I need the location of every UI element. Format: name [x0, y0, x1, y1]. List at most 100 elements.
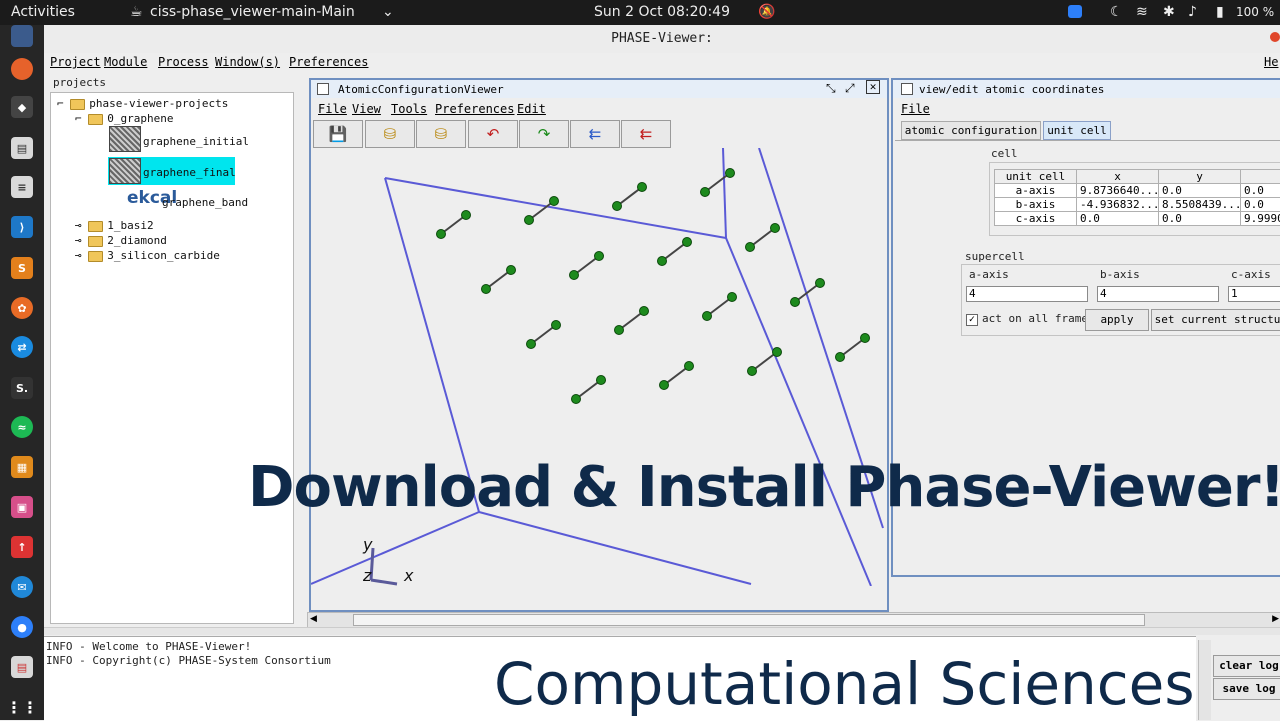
menu-module[interactable]: Module [104, 55, 147, 69]
column-header[interactable] [1241, 170, 1280, 184]
back-button[interactable]: ⇇ [621, 120, 671, 148]
undo-button[interactable]: ↶ [468, 120, 518, 148]
menu-project[interactable]: Project [50, 55, 101, 69]
tree-toggle-icon[interactable]: ⊸ [75, 249, 82, 262]
table-cell[interactable]: 0.0 [1159, 184, 1241, 198]
save-log-button[interactable]: save log [1213, 678, 1280, 700]
atom[interactable] [527, 340, 536, 349]
tree-item-1-basi2[interactable]: ⊸ 1_basi2 [75, 219, 154, 232]
menu-windows[interactable]: Window(s) [215, 55, 280, 69]
tab-atomic-configuration[interactable]: atomic configuration [901, 121, 1041, 140]
table-cell[interactable]: 0.0 [1241, 198, 1280, 212]
atom[interactable] [658, 257, 667, 266]
close-window-icon[interactable] [1270, 32, 1280, 42]
table-cell[interactable]: 0.0 [1077, 212, 1159, 226]
teamviewer-icon[interactable]: ⇄ [11, 336, 33, 358]
atom[interactable] [771, 224, 780, 233]
scroll-right-icon[interactable]: ▶ [1272, 614, 1279, 624]
apply-button[interactable]: apply [1085, 309, 1149, 331]
battery-percent[interactable]: 100 % [1236, 5, 1274, 19]
table-row[interactable]: c-axis 0.0 0.0 9.9990 [995, 212, 1280, 226]
viewer-menu-file[interactable]: File [318, 102, 347, 116]
app-grid-icon[interactable]: ⋮⋮ [11, 696, 33, 718]
atom[interactable] [613, 202, 622, 211]
software-update-icon[interactable]: ↑ [11, 536, 33, 558]
tree-item-graphene-final[interactable]: graphene_final [143, 166, 236, 179]
activities-button[interactable]: Activities [11, 4, 75, 20]
clock[interactable]: Sun 2 Oct 08:20:49 [594, 4, 730, 20]
dock-app-icon[interactable] [11, 25, 33, 47]
inkscape-icon[interactable]: ◆ [11, 96, 33, 118]
tree-item-graphene-band[interactable]: graphene_band [162, 196, 248, 209]
atom[interactable] [703, 312, 712, 321]
atom[interactable] [746, 243, 755, 252]
supercell-c-input[interactable]: 1 [1228, 286, 1280, 302]
document-viewer-icon[interactable]: ▤ [11, 137, 33, 159]
atom[interactable] [660, 381, 669, 390]
redo-button[interactable]: ↷ [519, 120, 569, 148]
table-cell[interactable]: 9.8736640... [1077, 184, 1159, 198]
menu-preferences[interactable]: Preferences [289, 55, 368, 69]
atom[interactable] [552, 321, 561, 330]
photos-icon[interactable]: ▣ [11, 496, 33, 518]
atom[interactable] [726, 169, 735, 178]
table-cell[interactable]: -4.936832... [1077, 198, 1159, 212]
atom[interactable] [437, 230, 446, 239]
atom[interactable] [683, 238, 692, 247]
sublime-icon[interactable]: S [11, 257, 33, 279]
supercell-b-input[interactable]: 4 [1097, 286, 1219, 302]
atom[interactable] [816, 279, 825, 288]
table-row[interactable]: a-axis 9.8736640... 0.0 0.0 [995, 184, 1280, 198]
rewind-button[interactable]: ⇇ [570, 120, 620, 148]
database-button[interactable]: ⛁ [416, 120, 466, 148]
menu-help[interactable]: He [1264, 55, 1278, 69]
terminal-icon[interactable]: S. [11, 377, 33, 399]
viewer-menu-edit[interactable]: Edit [517, 102, 546, 116]
viewer-menu-view[interactable]: View [352, 102, 381, 116]
calendar-icon[interactable]: ▤ [11, 656, 33, 678]
spotify-icon[interactable]: ≈ [11, 416, 33, 438]
atom[interactable] [595, 252, 604, 261]
thunderbird-icon[interactable]: ✉ [11, 576, 33, 598]
atom[interactable] [507, 266, 516, 275]
atom[interactable] [550, 197, 559, 206]
atom[interactable] [791, 298, 800, 307]
import-button[interactable]: ⛁ [365, 120, 415, 148]
app-menu-button[interactable]: ciss-phase_viewer-main-Main [150, 4, 355, 20]
tree-toggle-icon[interactable]: ⌐ [75, 112, 82, 125]
atom[interactable] [615, 326, 624, 335]
tree-item-3-silicon-carbide[interactable]: ⊸ 3_silicon_carbide [75, 249, 220, 262]
files-icon[interactable]: ▦ [11, 456, 33, 478]
table-cell[interactable]: 0.0 [1241, 184, 1280, 198]
scroll-left-icon[interactable]: ◀ [310, 614, 317, 624]
clear-log-button[interactable]: clear log [1213, 655, 1280, 677]
tree-toggle-icon[interactable]: ⊸ [75, 234, 82, 247]
column-header[interactable]: y [1159, 170, 1241, 184]
atom[interactable] [525, 216, 534, 225]
atom[interactable] [638, 183, 647, 192]
text-editor-icon[interactable]: ≡ [11, 176, 33, 198]
tree-toggle-icon[interactable]: ⌐ [57, 97, 64, 110]
structure-canvas[interactable] [311, 148, 885, 586]
atom[interactable] [462, 211, 471, 220]
table-cell[interactable]: 0.0 [1159, 212, 1241, 226]
act-on-all-checkbox[interactable]: ✓ [966, 314, 978, 326]
column-header[interactable]: unit cell [995, 170, 1077, 184]
maximize-icon[interactable]: ⤢ [845, 81, 855, 96]
atom[interactable] [685, 362, 694, 371]
atom[interactable] [773, 348, 782, 357]
horizontal-scrollbar[interactable]: ◀ ▶ [307, 612, 1280, 628]
table-cell[interactable]: 9.9990 [1241, 212, 1280, 226]
atom[interactable] [836, 353, 845, 362]
tree-item-2-diamond[interactable]: ⊸ 2_diamond [75, 234, 167, 247]
tree-root[interactable]: ⌐ phase-viewer-projects [57, 97, 228, 110]
zoom-tray-icon[interactable] [1068, 5, 1082, 18]
atom[interactable] [482, 285, 491, 294]
tree-item-0-graphene[interactable]: ⌐ 0_graphene [75, 112, 173, 125]
firefox-icon[interactable] [11, 58, 33, 80]
viewer-menu-preferences[interactable]: Preferences [435, 102, 514, 116]
close-icon[interactable]: ✕ [866, 80, 880, 94]
atom[interactable] [728, 293, 737, 302]
set-current-structure-button[interactable]: set current structu [1151, 309, 1280, 331]
tree-toggle-icon[interactable]: ⊸ [75, 219, 82, 232]
